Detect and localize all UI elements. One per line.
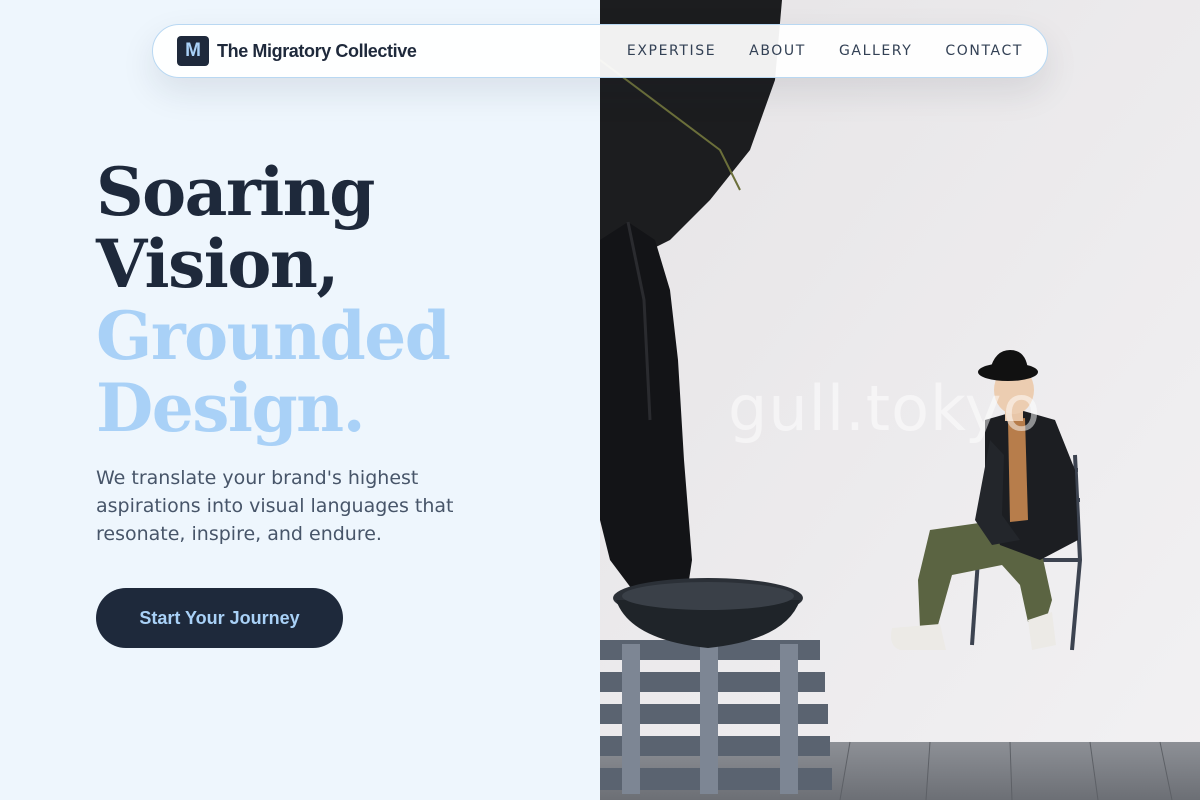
nav-link-expertise[interactable]: EXPERTISE [627,43,716,59]
headline-line-1: Soaring [96,153,375,231]
headline-line-2: Vision, [96,225,339,303]
brand-mark-icon: M [177,36,209,66]
brand-logo-link[interactable]: M The Migratory Collective [177,36,417,66]
photo-watermark: gull.tokyo [728,372,1042,445]
top-navbar: M The Migratory Collective EXPERTISE ABO… [152,24,1048,78]
hero-section: Soaring Vision, Grounded Design. We tran… [0,0,600,800]
nav-link-contact[interactable]: CONTACT [945,43,1023,59]
nav-link-gallery[interactable]: GALLERY [839,43,912,59]
hero-headline: Soaring Vision, Grounded Design. [96,153,451,447]
nav-links: EXPERTISE ABOUT GALLERY CONTACT [627,43,1023,59]
start-journey-button[interactable]: Start Your Journey [96,588,343,648]
hero-photo: gull.tokyo [600,0,1200,800]
nav-link-about[interactable]: ABOUT [749,43,806,59]
headline-line-3: Grounded [96,297,451,375]
headline-line-4: Design. [96,369,366,447]
hero-tagline: We translate your brand's highest aspira… [96,467,454,545]
brand-name: The Migratory Collective [217,40,417,61]
